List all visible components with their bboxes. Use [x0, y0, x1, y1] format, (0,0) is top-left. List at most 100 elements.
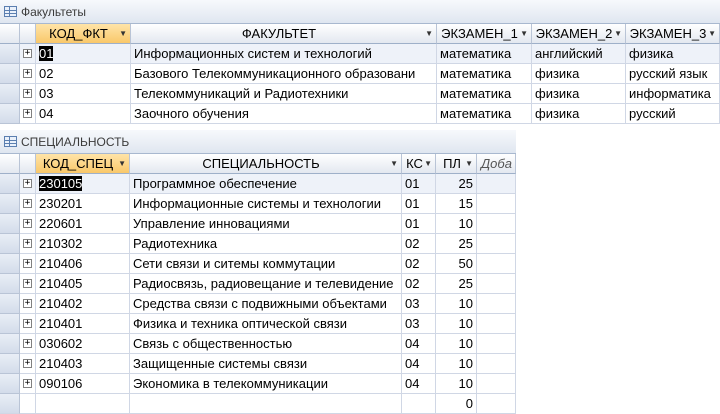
cell-fct[interactable]: 02 [402, 234, 436, 254]
dropdown-arrow-icon[interactable]: ▼ [614, 24, 622, 43]
faculties-titlebar[interactable]: Факультеты [0, 0, 720, 24]
table-row[interactable]: + 030602 Связь с общественностью 04 10 [0, 334, 516, 354]
cell-code[interactable]: 210302 [36, 234, 130, 254]
cell-code[interactable]: 210406 [36, 254, 130, 274]
cell-code[interactable]: 030602 [36, 334, 130, 354]
dropdown-arrow-icon[interactable]: ▼ [520, 24, 528, 43]
cell-exam2[interactable]: английский [532, 44, 626, 64]
cell-code[interactable]: 230105 [36, 174, 130, 194]
cell-code[interactable]: 210403 [36, 354, 130, 374]
cell-plan[interactable]: 25 [436, 234, 477, 254]
cell-fct[interactable]: 03 [402, 294, 436, 314]
dropdown-arrow-icon[interactable]: ▼ [425, 24, 433, 43]
cell-plan[interactable]: 10 [436, 374, 477, 394]
cell-code[interactable]: 220601 [36, 214, 130, 234]
dropdown-arrow-icon[interactable]: ▼ [465, 154, 473, 173]
table-row[interactable]: + 220601 Управление инновациями 01 10 [0, 214, 516, 234]
cell-exam1[interactable]: математика [437, 44, 532, 64]
expand-button[interactable]: + [20, 234, 36, 254]
dropdown-arrow-icon[interactable]: ▼ [424, 154, 432, 173]
expand-button[interactable]: + [20, 314, 36, 334]
cell-code[interactable]: 090106 [36, 374, 130, 394]
select-all-button[interactable] [0, 24, 20, 44]
table-row[interactable]: + 210402 Средства связи с подвижными объ… [0, 294, 516, 314]
select-all-button[interactable] [0, 154, 20, 174]
table-row[interactable]: + 01 Информационных систем и технологий … [0, 44, 720, 64]
col-header-name[interactable]: ФАКУЛЬТЕТ ▼ [131, 24, 437, 44]
cell-code[interactable]: 03 [36, 84, 131, 104]
expand-button[interactable]: + [20, 44, 36, 64]
row-selector[interactable] [0, 44, 20, 64]
row-selector[interactable] [0, 64, 20, 84]
cell-name[interactable]: Информационные системы и технологии [130, 194, 402, 214]
dropdown-arrow-icon[interactable]: ▼ [118, 154, 126, 173]
specialties-titlebar[interactable]: СПЕЦИАЛЬНОСТЬ [0, 130, 516, 154]
cell-code[interactable]: 02 [36, 64, 131, 84]
cell-plan[interactable]: 10 [436, 314, 477, 334]
table-row[interactable]: + 02 Базового Телекоммуникационного обра… [0, 64, 720, 84]
cell-exam1[interactable]: математика [437, 84, 532, 104]
cell-name[interactable]: Базового Телекоммуникационного образован… [131, 64, 437, 84]
dropdown-arrow-icon[interactable]: ▼ [708, 24, 716, 43]
expand-button[interactable]: + [20, 354, 36, 374]
cell-fct[interactable]: 01 [402, 214, 436, 234]
expand-button[interactable]: + [20, 294, 36, 314]
cell-name[interactable]: Физика и техника оптической связи [130, 314, 402, 334]
cell-name[interactable]: Программное обеспечение [130, 174, 402, 194]
cell-plan[interactable]: 10 [436, 334, 477, 354]
cell-fct[interactable]: 02 [402, 274, 436, 294]
cell-fct[interactable]: 02 [402, 254, 436, 274]
row-selector[interactable] [0, 294, 20, 314]
table-row[interactable]: + 210406 Сети связи и ситемы коммутации … [0, 254, 516, 274]
cell-code[interactable]: 230201 [36, 194, 130, 214]
cell-fct[interactable]: 04 [402, 334, 436, 354]
cell-exam2[interactable]: физика [532, 104, 626, 124]
cell-name[interactable]: Управление инновациями [130, 214, 402, 234]
cell-code[interactable]: 210405 [36, 274, 130, 294]
cell-plan[interactable]: 10 [436, 354, 477, 374]
cell-name[interactable]: Радиотехника [130, 234, 402, 254]
cell-name[interactable]: Связь с общественностью [130, 334, 402, 354]
cell-name[interactable]: Телекоммуникаций и Радиотехники [131, 84, 437, 104]
row-selector[interactable] [0, 234, 20, 254]
cell-code[interactable]: 01 [36, 44, 131, 64]
row-selector[interactable] [0, 254, 20, 274]
cell-plan[interactable]: 0 [436, 394, 477, 414]
cell-plan[interactable]: 25 [436, 174, 477, 194]
cell-name[interactable]: Защищенные системы связи [130, 354, 402, 374]
cell-fct[interactable]: 01 [402, 194, 436, 214]
cell-code[interactable]: 04 [36, 104, 131, 124]
row-selector[interactable] [0, 374, 20, 394]
cell-code[interactable]: 210401 [36, 314, 130, 334]
col-header-code[interactable]: КОД_СПЕЦ ▼ [36, 154, 130, 174]
table-row[interactable]: + 210401 Физика и техника оптической свя… [0, 314, 516, 334]
expand-button[interactable]: + [20, 274, 36, 294]
cell-exam3[interactable]: русский язык [626, 64, 720, 84]
expand-button[interactable]: + [20, 64, 36, 84]
expand-button[interactable]: + [20, 214, 36, 234]
table-row[interactable]: + 230105 Программное обеспечение 01 25 [0, 174, 516, 194]
col-header-plan[interactable]: ПЛ ▼ [436, 154, 477, 174]
col-header-exam1[interactable]: ЭКЗАМЕН_1 ▼ [437, 24, 532, 44]
cell-plan[interactable]: 50 [436, 254, 477, 274]
dropdown-arrow-icon[interactable]: ▼ [390, 154, 398, 173]
cell-exam3[interactable]: информатика [626, 84, 720, 104]
row-selector[interactable] [0, 84, 20, 104]
expand-button[interactable]: + [20, 174, 36, 194]
table-row[interactable]: + 230201 Информационные системы и технол… [0, 194, 516, 214]
cell-exam3[interactable]: физика [626, 44, 720, 64]
expand-button[interactable]: + [20, 104, 36, 124]
row-selector[interactable] [0, 104, 20, 124]
cell-plan[interactable]: 15 [436, 194, 477, 214]
table-row[interactable]: + 04 Заочного обучения математика физика… [0, 104, 720, 124]
row-selector[interactable] [0, 174, 20, 194]
add-column-header[interactable]: Доба [477, 154, 516, 174]
row-selector[interactable] [0, 314, 20, 334]
cell-exam3[interactable]: русский [626, 104, 720, 124]
expand-button[interactable]: + [20, 254, 36, 274]
cell-exam1[interactable]: математика [437, 64, 532, 84]
cell-fct[interactable] [402, 394, 436, 414]
row-selector[interactable] [0, 274, 20, 294]
cell-plan[interactable]: 10 [436, 294, 477, 314]
new-record-row[interactable]: 0 [0, 394, 516, 414]
